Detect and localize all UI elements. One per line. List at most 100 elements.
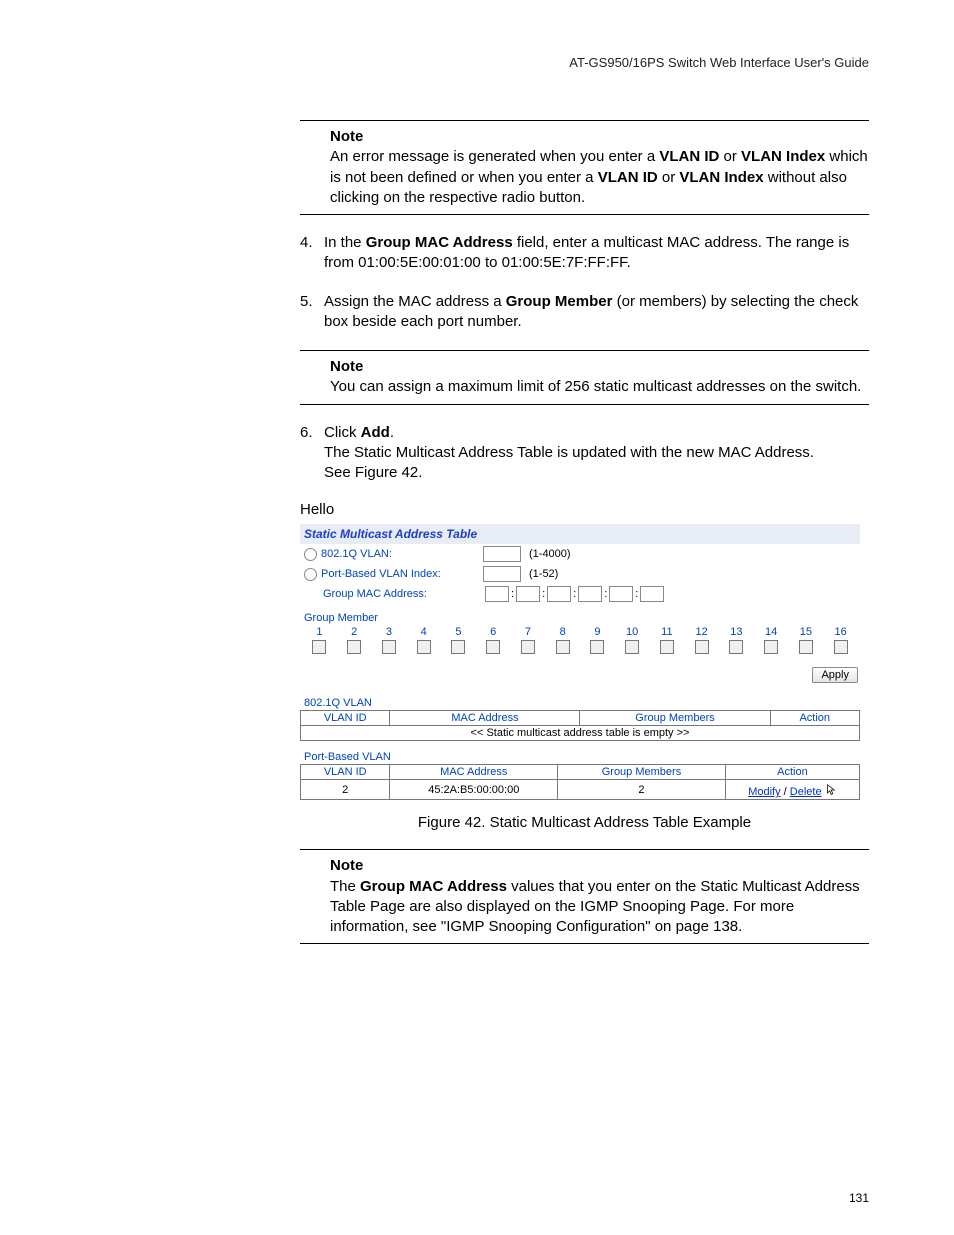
port-number: 15 [789,626,824,638]
8021q-vlan-section-label: 802.1Q VLAN [300,687,860,710]
group-member-term: Group Member [506,293,613,310]
table-row: 2 45:2A:B5:00:00:00 2 Modify / Delete [301,780,860,800]
col-action: Action [770,711,859,726]
port-checkbox-12[interactable] [695,640,709,654]
step-4: 4. In the Group MAC Address field, enter… [300,233,869,274]
vlan-index-term: VLAN Index [741,148,825,165]
step-number: 4. [300,233,324,274]
port-numbers-row: 1 2 3 4 5 6 7 8 9 10 11 12 13 14 15 16 [300,626,860,638]
port-checkbox-6[interactable] [486,640,500,654]
note-text: or [658,169,680,186]
col-vlan-id: VLAN ID [301,711,390,726]
port-based-vlan-table: VLAN ID MAC Address Group Members Action… [300,764,860,800]
group-mac-address-label: Group MAC Address: [323,588,481,600]
col-action: Action [725,765,859,780]
mac-octet-5[interactable] [609,586,633,602]
mac-octet-6[interactable] [640,586,664,602]
step-text: Click [324,424,361,441]
port-number: 16 [823,626,858,638]
radio-8021q-vlan[interactable] [304,548,317,561]
port-number: 6 [476,626,511,638]
8021q-vlan-table: VLAN ID MAC Address Group Members Action… [300,710,860,741]
note-heading: Note [330,358,363,375]
port-number: 11 [650,626,685,638]
port-checkbox-7[interactable] [521,640,535,654]
port-based-vlan-input[interactable] [483,566,521,582]
hello-text: Hello [300,501,869,518]
port-based-vlan-section-label: Port-Based VLAN [300,741,860,764]
step-5: 5. Assign the MAC address a Group Member… [300,292,869,333]
8021q-vlan-range: (1-4000) [529,548,571,560]
port-number: 13 [719,626,754,638]
vlan-index-term: VLAN Index [679,169,763,186]
note-block-3: Note The Group MAC Address values that y… [300,849,869,944]
page-number: 131 [849,1191,869,1205]
cell-vlan-id: 2 [301,780,390,800]
port-checkbox-11[interactable] [660,640,674,654]
port-number: 7 [511,626,546,638]
col-mac-address: MAC Address [390,765,558,780]
vlan-id-term: VLAN ID [659,148,719,165]
port-number: 14 [754,626,789,638]
mac-octet-4[interactable] [578,586,602,602]
cell-action: Modify / Delete [725,780,859,800]
step-6: 6. Click Add. The Static Multicast Addre… [300,423,869,484]
port-number: 2 [337,626,372,638]
port-checkbox-3[interactable] [382,640,396,654]
cell-group-members: 2 [558,780,726,800]
note-heading: Note [330,128,363,145]
step-number: 6. [300,423,324,484]
step-text: In the [324,234,366,251]
step-text: Assign the MAC address a [324,293,506,310]
port-number: 10 [615,626,650,638]
figure-caption: Figure 42. Static Multicast Address Tabl… [300,814,869,831]
port-checkbox-2[interactable] [347,640,361,654]
note-text: or [719,148,741,165]
step-number: 5. [300,292,324,333]
empty-table-message: << Static multicast address table is emp… [301,726,860,741]
radio-port-based-vlan[interactable] [304,568,317,581]
group-mac-address-term: Group MAC Address [366,234,513,251]
action-separator: / [781,786,790,798]
port-number: 5 [441,626,476,638]
col-group-members: Group Members [580,711,770,726]
port-checkbox-15[interactable] [799,640,813,654]
col-vlan-id: VLAN ID [301,765,390,780]
cell-mac-address: 45:2A:B5:00:00:00 [390,780,558,800]
step-text: The Static Multicast Address Table is up… [324,444,814,461]
port-checkbox-10[interactable] [625,640,639,654]
port-checkbox-16[interactable] [834,640,848,654]
note-text: An error message is generated when you e… [330,148,659,165]
group-member-label: Group Member [300,604,860,626]
port-checkbox-9[interactable] [590,640,604,654]
note-text: You can assign a maximum limit of 256 st… [330,378,861,395]
step-text: . [390,424,394,441]
port-checkbox-14[interactable] [764,640,778,654]
port-checkbox-5[interactable] [451,640,465,654]
port-checkbox-4[interactable] [417,640,431,654]
8021q-vlan-input[interactable] [483,546,521,562]
group-mac-address-term: Group MAC Address [360,878,507,895]
port-checkbox-1[interactable] [312,640,326,654]
port-number: 3 [372,626,407,638]
port-number: 9 [580,626,615,638]
note-text: The [330,878,360,895]
mac-octet-2[interactable] [516,586,540,602]
add-term: Add [361,424,390,441]
mac-octet-3[interactable] [547,586,571,602]
note-block-2: Note You can assign a maximum limit of 2… [300,350,869,405]
step-text: See Figure 42. [324,464,422,481]
mac-octet-1[interactable] [485,586,509,602]
port-checkbox-13[interactable] [729,640,743,654]
delete-link[interactable]: Delete [790,786,822,798]
col-group-members: Group Members [558,765,726,780]
page-header-title: AT-GS950/16PS Switch Web Interface User'… [85,55,869,70]
modify-link[interactable]: Modify [748,786,780,798]
apply-button[interactable]: Apply [812,667,858,683]
port-checkbox-8[interactable] [556,640,570,654]
8021q-vlan-label: 802.1Q VLAN: [321,548,479,560]
note-heading: Note [330,857,363,874]
port-number: 4 [406,626,441,638]
vlan-id-term: VLAN ID [598,169,658,186]
port-checkbox-row [300,638,860,663]
